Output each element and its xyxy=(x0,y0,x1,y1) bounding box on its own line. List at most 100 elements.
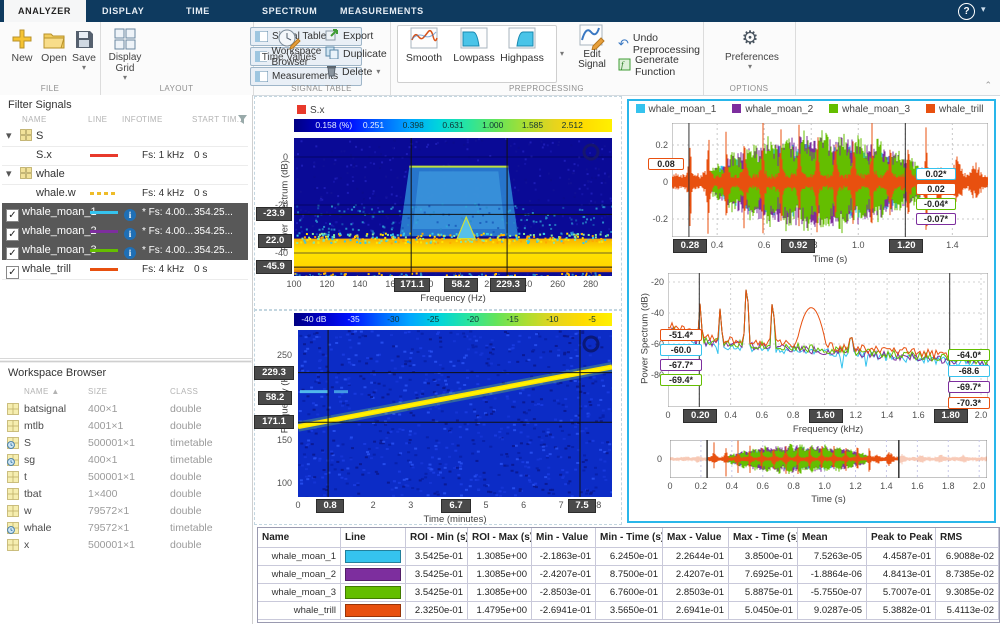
tab-measurements[interactable]: MEASUREMENTS xyxy=(326,0,438,22)
ws-column-header[interactable]: SIZE xyxy=(88,387,107,396)
measurements-column-header[interactable]: Max - Time (s) xyxy=(729,528,798,548)
measurements-column-header[interactable]: ROI - Max (s) xyxy=(468,528,532,548)
undo-preprocessing-button[interactable]: ↶ Undo Preprocessing xyxy=(618,32,703,56)
workspace-row-x[interactable]: x 500001×1 double xyxy=(2,537,248,554)
spectrum-cursor-x1-box[interactable]: 0.20 xyxy=(683,409,717,423)
measurements-column-header[interactable]: Line xyxy=(341,528,406,548)
signal-row-whale_trill[interactable]: ✓ whale_trill Fs: 4 kHz 0 s xyxy=(2,260,248,280)
spectrogram-colorbar[interactable]: -40 dB-35-30-25-20-15-10-5 xyxy=(294,313,612,326)
time-callout-right[interactable]: 0.02 xyxy=(916,183,956,195)
measurements-column-header[interactable]: Name xyxy=(258,528,341,548)
measurements-row-whale_moan_2[interactable]: whale_moan_23.5425e-011.3085e+00-2.4207e… xyxy=(258,566,999,584)
signal-row-whale[interactable]: ▾ whale xyxy=(2,165,248,185)
cursor-x1-box[interactable]: 0.8 xyxy=(316,499,344,513)
signal-row-whale_moan_3[interactable]: ✓ whale_moan_3 i * Fs: 4.00... 354.25... xyxy=(2,241,248,260)
workspace-row-tbat[interactable]: tbat 1×400 double xyxy=(2,486,248,503)
delete-button[interactable]: Delete ▾ xyxy=(325,64,380,80)
measurements-column-header[interactable]: ROI - Min (s) xyxy=(406,528,468,548)
column-header[interactable]: LINE xyxy=(88,115,107,124)
workspace-row-batsignal[interactable]: batsignal 400×1 double xyxy=(2,401,248,418)
signal-row-whale_moan_2[interactable]: ✓ whale_moan_2 i * Fs: 4.00... 354.25... xyxy=(2,222,248,241)
preferences-button[interactable]: ⚙ Preferences ▾ xyxy=(725,26,775,71)
filter-icon[interactable] xyxy=(238,115,247,126)
spectrum-callout-left[interactable]: -69.4* xyxy=(660,374,702,386)
spectrum-plot[interactable] xyxy=(668,273,988,407)
lowpass-button[interactable]: Lowpass xyxy=(450,24,498,64)
spectrum-callout-right[interactable]: -68.6 xyxy=(948,365,990,377)
spectrogram-plot[interactable] xyxy=(298,330,612,497)
duplicate-button[interactable]: Duplicate xyxy=(325,46,387,62)
highpass-button[interactable]: Highpass xyxy=(498,24,546,64)
collapse-ribbon-icon[interactable]: ⌃ xyxy=(984,80,992,91)
ws-column-header[interactable]: CLASS xyxy=(170,387,198,396)
display-grid-caret-icon[interactable]: ▾ xyxy=(104,74,146,82)
time-callout-right[interactable]: -0.04* xyxy=(916,198,956,210)
group-collapse-icon[interactable]: ▾ xyxy=(6,165,12,184)
signal-row-whale_moan_1[interactable]: ✓ whale_moan_1 i * Fs: 4.00... 354.25... xyxy=(2,203,248,222)
measurements-column-header[interactable]: Min - Time (s) xyxy=(596,528,663,548)
measurements-row-whale_moan_3[interactable]: whale_moan_33.5425e-011.3085e+00-2.8503e… xyxy=(258,584,999,602)
tab-spectrum[interactable]: SPECTRUM xyxy=(248,0,331,22)
help-icon[interactable]: ? xyxy=(958,3,975,20)
column-header[interactable]: NAME xyxy=(22,115,47,124)
persistence-plot[interactable] xyxy=(294,138,612,276)
signal-checkbox[interactable]: ✓ xyxy=(6,263,19,282)
spectrum-callout-right[interactable]: -69.7* xyxy=(948,381,990,393)
spectrum-callout-left[interactable]: -51.4* xyxy=(660,329,702,341)
cursor-x2-box[interactable]: 229.3 xyxy=(490,278,526,292)
generate-function-button[interactable]: f Generate Function xyxy=(618,54,703,78)
persistence-colorbar[interactable]: 0.158 (%)0.2510.3980.6311.0001.5852.512 xyxy=(294,119,612,132)
export-button[interactable]: Export xyxy=(325,28,373,44)
column-header[interactable]: START TIM... xyxy=(192,115,245,124)
workspace-row-t[interactable]: t 500001×1 double xyxy=(2,469,248,486)
cursor-y1-box[interactable]: -23.9 xyxy=(256,207,292,221)
legend-item-whale_trill[interactable]: whale_trill xyxy=(926,104,983,115)
workspace-row-S[interactable]: S 500001×1 timetable xyxy=(2,435,248,452)
workspace-row-mtlb[interactable]: mtlb 4001×1 double xyxy=(2,418,248,435)
display-grid-button[interactable]: Display Grid ▾ xyxy=(104,26,146,82)
measurements-row-whale_moan_1[interactable]: whale_moan_13.5425e-011.3085e+00-2.1863e… xyxy=(258,548,999,566)
legend-item-whale_moan_3[interactable]: whale_moan_3 xyxy=(829,104,910,115)
preprocessing-caret-icon[interactable]: ▾ xyxy=(560,50,564,58)
legend-item-whale_moan_1[interactable]: whale_moan_1 xyxy=(636,104,717,115)
column-header[interactable]: TIME xyxy=(142,115,163,124)
time-callout-left[interactable]: 0.08 xyxy=(648,158,684,170)
signal-row-S[interactable]: ▾ S xyxy=(2,127,248,147)
spectrum-cursor-x2-box[interactable]: 1.80 xyxy=(934,409,968,423)
measurements-column-header[interactable]: Mean xyxy=(798,528,867,548)
smooth-button[interactable]: Smooth xyxy=(400,24,448,64)
cursor-x1-box[interactable]: 171.1 xyxy=(394,278,430,292)
workspace-row-w[interactable]: w 79572×1 double xyxy=(2,503,248,520)
time-cursor-x2-box[interactable]: 1.20 xyxy=(889,239,923,253)
preferences-caret-icon[interactable]: ▾ xyxy=(725,63,775,71)
cursor-y2-box[interactable]: 171.1 xyxy=(254,415,294,429)
time-cursor-x1-box[interactable]: 0.28 xyxy=(673,239,707,253)
measurements-column-header[interactable]: Max - Value xyxy=(663,528,729,548)
group-collapse-icon[interactable]: ▾ xyxy=(6,127,12,146)
workspace-row-sg[interactable]: sg 400×1 timetable xyxy=(2,452,248,469)
cursor-x2-box[interactable]: 7.5 xyxy=(568,499,596,513)
workspace-row-whale[interactable]: whale 79572×1 timetable xyxy=(2,520,248,537)
edit-signal-button[interactable]: Edit Signal xyxy=(570,24,614,70)
time-callout-right[interactable]: 0.02* xyxy=(916,168,956,180)
delete-caret-icon[interactable]: ▾ xyxy=(376,68,380,76)
measurements-row-whale_trill[interactable]: whale_trill2.3250e-011.4795e+00-2.6941e-… xyxy=(258,602,999,620)
legend-item-whale_moan_2[interactable]: whale_moan_2 xyxy=(732,104,813,115)
spectrum-callout-right[interactable]: -64.0* xyxy=(948,349,990,361)
time-callout-right[interactable]: -0.07* xyxy=(916,213,956,225)
cursor-y1-box[interactable]: 229.3 xyxy=(254,366,294,380)
measurements-column-header[interactable]: RMS xyxy=(936,528,999,548)
tab-display[interactable]: DISPLAY xyxy=(88,0,158,22)
signal-row-whale_w[interactable]: whale.w Fs: 4 kHz 0 s xyxy=(2,184,248,204)
spectrum-callout-right[interactable]: -70.3* xyxy=(948,397,990,409)
legend-item-Sx[interactable]: S.x xyxy=(297,105,324,116)
column-header[interactable]: INFO xyxy=(122,115,143,124)
signal-row-S_x[interactable]: S.x Fs: 1 kHz 0 s xyxy=(2,146,248,166)
titlebar-caret-icon[interactable]: ▾ xyxy=(981,4,986,15)
tab-analyzer[interactable]: ANALYZER xyxy=(4,0,86,22)
cursor-y2-box[interactable]: -45.9 xyxy=(256,260,292,274)
measurements-column-header[interactable]: Min - Value xyxy=(532,528,596,548)
panner-plot[interactable] xyxy=(670,440,987,478)
ws-column-header[interactable]: NAME ▲ xyxy=(24,387,60,396)
time-values-button[interactable]: Time Values xyxy=(261,26,317,63)
